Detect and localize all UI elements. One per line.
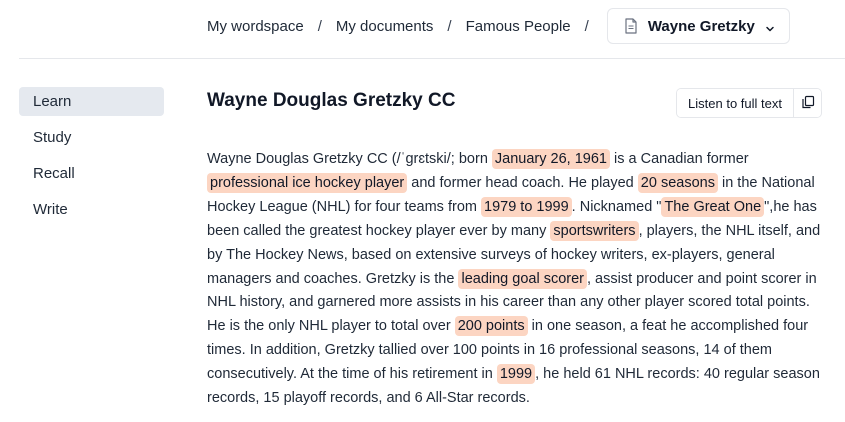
highlighted-term[interactable]: professional ice hockey player xyxy=(207,172,408,193)
highlighted-term[interactable]: sportswriters xyxy=(550,220,639,241)
listen-full-text-button[interactable]: Listen to full text xyxy=(677,89,793,117)
breadcrumb-workspace[interactable]: My wordspace xyxy=(207,18,304,35)
highlighted-term[interactable]: 1999 xyxy=(496,364,536,385)
header-divider xyxy=(19,58,845,59)
breadcrumb-separator: / xyxy=(584,17,589,35)
sidebar-item-recall[interactable]: Recall xyxy=(19,159,164,188)
sidebar: Learn Study Recall Write xyxy=(19,87,164,231)
highlighted-term[interactable]: The Great One xyxy=(661,196,765,217)
breadcrumb-folder[interactable]: Famous People xyxy=(466,18,571,35)
sidebar-item-write[interactable]: Write xyxy=(19,195,164,224)
highlighted-term[interactable]: leading goal scorer xyxy=(458,268,587,289)
body-text-segment: is a Canadian former xyxy=(609,151,749,167)
document-icon xyxy=(624,18,638,34)
highlighted-term[interactable]: 20 seasons xyxy=(637,172,718,193)
breadcrumb-separator: / xyxy=(317,17,322,35)
chevron-down-icon xyxy=(765,21,775,32)
breadcrumb-documents[interactable]: My documents xyxy=(336,18,434,35)
document-body: Wayne Douglas Gretzky CC (/ˈɡrɛtski/; bo… xyxy=(207,148,822,411)
sidebar-item-learn[interactable]: Learn xyxy=(19,87,164,116)
breadcrumb: My wordspace / My documents / Famous Peo… xyxy=(207,8,790,44)
body-text-segment: Wayne Douglas Gretzky CC (/ˈɡrɛtski/; bo… xyxy=(207,151,492,167)
highlighted-term[interactable]: 200 points xyxy=(454,316,528,337)
breadcrumb-separator: / xyxy=(447,17,452,35)
header-bar: My wordspace / My documents / Famous Peo… xyxy=(0,0,845,58)
body-text-segment: and former head coach. He played xyxy=(407,174,638,191)
body-text-segment: . Nicknamed " xyxy=(571,198,662,215)
highlighted-term[interactable]: 1979 to 1999 xyxy=(481,196,572,217)
app-page: My wordspace / My documents / Famous Peo… xyxy=(0,0,845,422)
page-title: Wayne Douglas Gretzky CC xyxy=(207,90,456,111)
document-panel: Wayne Douglas Gretzky CC Listen to full … xyxy=(207,86,822,411)
highlighted-term[interactable]: January 26, 1961 xyxy=(491,149,610,169)
sidebar-item-study[interactable]: Study xyxy=(19,123,164,152)
listen-controls: Listen to full text xyxy=(676,88,822,118)
document-title: Wayne Gretzky xyxy=(647,17,755,35)
copy-icon xyxy=(801,95,815,112)
copy-button[interactable] xyxy=(793,89,821,117)
document-title-row: Wayne Douglas Gretzky CC Listen to full … xyxy=(207,86,822,118)
document-dropdown[interactable]: Wayne Gretzky xyxy=(606,8,790,44)
